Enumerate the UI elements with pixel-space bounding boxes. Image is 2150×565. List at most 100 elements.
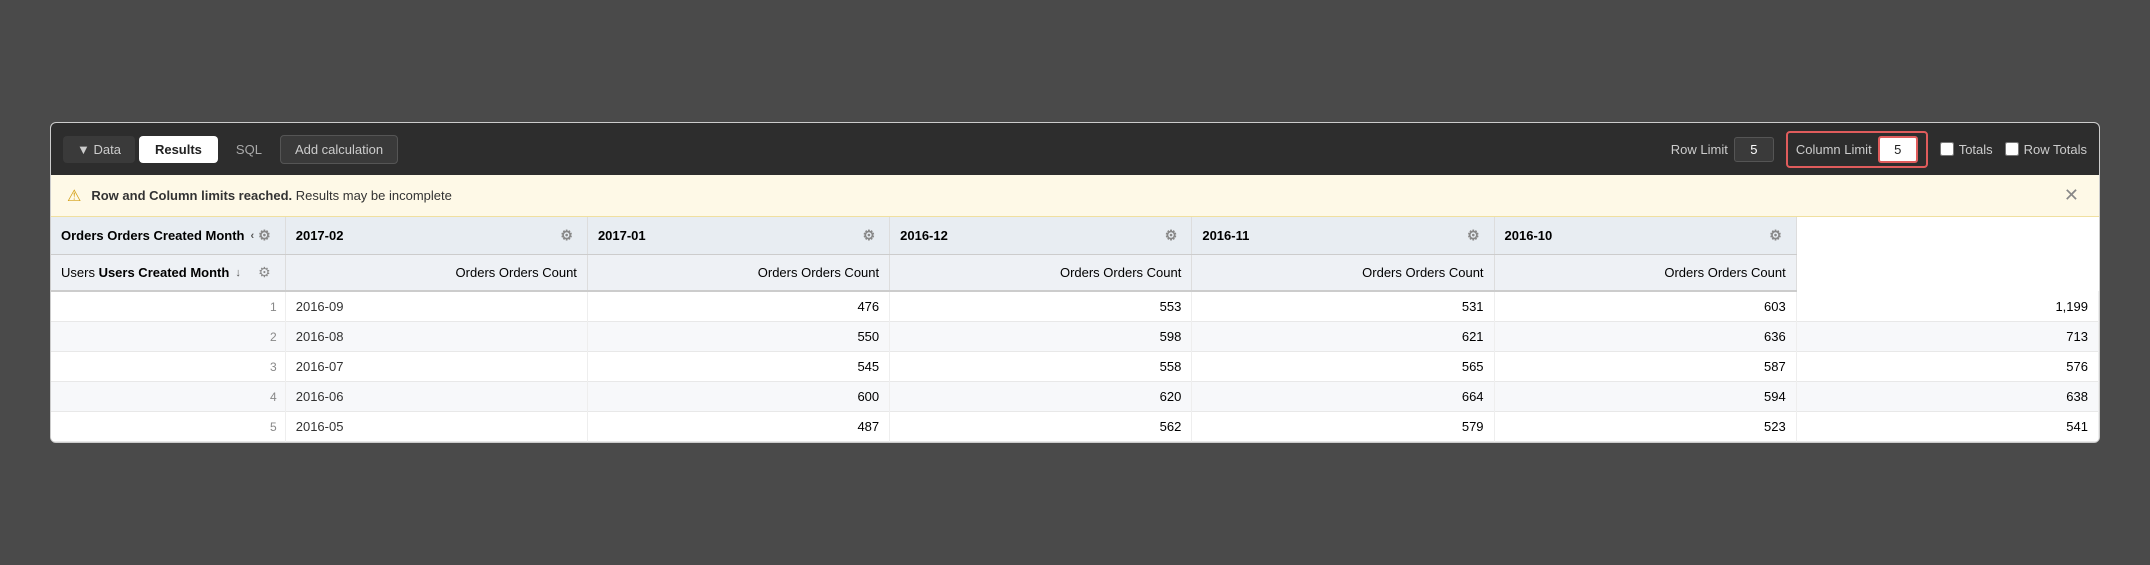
col-header-2017-01: 2017-01 ⚙ [587,217,889,255]
row-col-gear-icon[interactable]: ⚙ [254,262,275,283]
row-index: 1 [51,291,285,322]
pivot-col-gear-icon[interactable]: ⚙ [254,225,275,246]
row-index: 4 [51,382,285,412]
cell-value: 523 [1494,412,1796,442]
col-header-2017-02: 2017-02 ⚙ [285,217,587,255]
cell-value: 603 [1494,291,1796,322]
cell-value: 638 [1796,382,2098,412]
gear-icon-2016-10[interactable]: ⚙ [1765,225,1786,246]
row-index: 3 [51,352,285,382]
cell-value: 476 [587,291,889,322]
cell-value: 579 [1192,412,1494,442]
warning-strong: Row and Column limits reached. [91,188,292,203]
totals-checkbox-label[interactable]: Totals [1940,142,1993,157]
sub-header-col-0: Orders Orders Count [285,255,587,292]
data-table: Orders Orders Created Month ‹ ⚙ 2017-02 … [51,217,2099,442]
col-label-2016-11: 2016-11 [1202,228,1249,243]
col-header-2016-11: 2016-11 ⚙ [1192,217,1494,255]
pivot-col-header: Orders Orders Created Month ‹ ⚙ [51,217,285,255]
row-label: 2016-07 [285,352,587,382]
col-label-2016-12: 2016-12 [900,228,948,243]
row-totals-label: Row Totals [2024,142,2087,157]
column-limit-input[interactable] [1878,136,1918,163]
row-limit-label: Row Limit [1671,142,1728,157]
gear-icon-2017-01[interactable]: ⚙ [859,225,880,246]
row-index: 5 [51,412,285,442]
table-wrap: Orders Orders Created Month ‹ ⚙ 2017-02 … [51,217,2099,442]
row-label: 2016-05 [285,412,587,442]
cell-value: 600 [587,382,889,412]
row-index: 2 [51,322,285,352]
table-row: 52016-05487562579523541 [51,412,2099,442]
cell-value: 664 [1192,382,1494,412]
col-header-2016-10: 2016-10 ⚙ [1494,217,1796,255]
row-totals-checkbox-label[interactable]: Row Totals [2005,142,2087,157]
warning-rest: Results may be incomplete [296,188,452,203]
cell-value: 587 [1494,352,1796,382]
row-totals-checkbox[interactable] [2005,142,2019,156]
table-header-row-1: Orders Orders Created Month ‹ ⚙ 2017-02 … [51,217,2099,255]
table-header-row-2: Users Users Created Month ↓ ⚙ Orders Ord… [51,255,2099,292]
cell-value: 565 [1192,352,1494,382]
table-row: 42016-06600620664594638 [51,382,2099,412]
col-label-2017-02: 2017-02 [296,228,344,243]
cell-value: 636 [1494,322,1796,352]
orders-count-label-2: Orders Orders Count [1060,265,1181,280]
add-calculation-button[interactable]: Add calculation [280,135,398,164]
cell-value: 598 [890,322,1192,352]
cell-value: 620 [890,382,1192,412]
orders-created-month-label: Orders Orders Created Month [61,228,245,243]
users-created-month-label: Users Users Created Month [61,265,229,280]
gear-icon-2017-02[interactable]: ⚙ [556,225,577,246]
orders-count-label-0: Orders Orders Count [456,265,577,280]
gear-icon-2016-11[interactable]: ⚙ [1463,225,1484,246]
cell-value: 621 [1192,322,1494,352]
row-limit-input[interactable] [1734,137,1774,162]
cell-value: 1,199 [1796,291,2098,322]
cell-value: 558 [890,352,1192,382]
table-row: 12016-094765535316031,199 [51,291,2099,322]
row-limit-group: Row Limit [1671,137,1774,162]
column-limit-wrapper: Column Limit [1786,131,1928,168]
cell-value: 550 [587,322,889,352]
cell-value: 487 [587,412,889,442]
tab-sql[interactable]: SQL [222,136,276,163]
toolbar-right: Row Limit Column Limit Totals Row Totals [1671,131,2087,168]
totals-checkbox[interactable] [1940,142,1954,156]
cell-value: 713 [1796,322,2098,352]
tab-data[interactable]: ▼ Data [63,136,135,163]
cell-value: 553 [890,291,1192,322]
cell-value: 541 [1796,412,2098,442]
row-col-label-text: Users Created Month [99,265,230,280]
cell-value: 562 [890,412,1192,442]
table-body: 12016-094765535316031,19922016-085505986… [51,291,2099,442]
toolbar: ▼ Data Results SQL Add calculation Row L… [51,123,2099,175]
tab-results[interactable]: Results [139,136,218,163]
row-label: 2016-09 [285,291,587,322]
row-col-header: Users Users Created Month ↓ ⚙ [51,255,285,292]
col-label-2017-01: 2017-01 [598,228,646,243]
orders-count-label-1: Orders Orders Count [758,265,879,280]
sub-header-col-1: Orders Orders Count [587,255,889,292]
warning-text: Row and Column limits reached. Results m… [91,188,452,203]
row-sort-icon[interactable]: ↓ [235,267,241,279]
sub-header-col-4: Orders Orders Count [1494,255,1796,292]
cell-value: 594 [1494,382,1796,412]
pivot-col-label-text: Orders Created Month [107,228,244,243]
warning-close-button[interactable]: ✕ [2060,185,2083,206]
orders-count-label-4: Orders Orders Count [1664,265,1785,280]
totals-label: Totals [1959,142,1993,157]
cell-value: 545 [587,352,889,382]
cell-value: 576 [1796,352,2098,382]
cell-value: 531 [1192,291,1494,322]
orders-count-label-3: Orders Orders Count [1362,265,1483,280]
sub-header-col-2: Orders Orders Count [890,255,1192,292]
sub-header-col-3: Orders Orders Count [1192,255,1494,292]
warning-banner: ⚠ Row and Column limits reached. Results… [51,175,2099,217]
table-row: 32016-07545558565587576 [51,352,2099,382]
gear-icon-2016-12[interactable]: ⚙ [1161,225,1182,246]
row-label: 2016-06 [285,382,587,412]
warning-icon: ⚠ [67,186,81,206]
main-container: ▼ Data Results SQL Add calculation Row L… [50,122,2100,443]
row-label: 2016-08 [285,322,587,352]
